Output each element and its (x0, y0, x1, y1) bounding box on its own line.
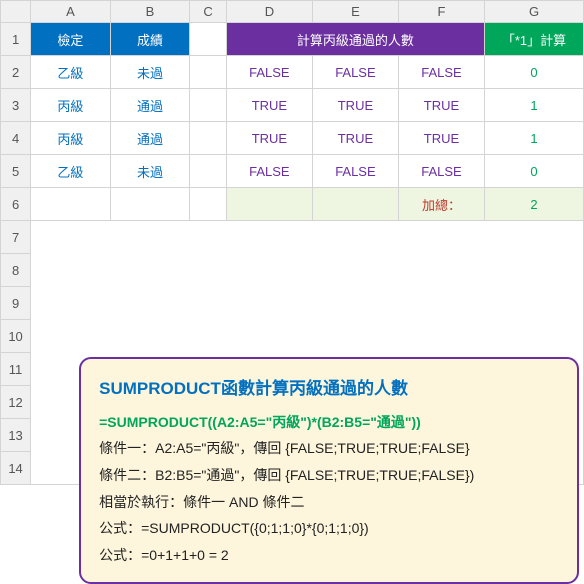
table-row: 7 SUMPRODUCT函數計算丙級通過的人數 =SUMPRODUCT((A2:… (1, 221, 584, 254)
row-header[interactable]: 7 (1, 221, 31, 254)
cell[interactable]: TRUE (226, 122, 312, 155)
row-header[interactable]: 13 (1, 419, 31, 452)
cell[interactable]: 通過 (110, 89, 190, 122)
cell[interactable] (190, 155, 227, 188)
col-header-B[interactable]: B (110, 1, 190, 23)
col-header-F[interactable]: F (398, 1, 484, 23)
cell[interactable]: 丙級 (31, 122, 111, 155)
callout-host-cell[interactable]: SUMPRODUCT函數計算丙級通過的人數 =SUMPRODUCT((A2:A5… (31, 221, 584, 485)
cell[interactable] (190, 89, 227, 122)
cell[interactable]: TRUE (398, 122, 484, 155)
table-row: 1 檢定 成績 計算丙級通過的人數 「*1」計算 (1, 23, 584, 56)
col-header-C[interactable]: C (190, 1, 227, 23)
sum-label-cell[interactable]: 加總： (398, 188, 484, 221)
col-header-A[interactable]: A (31, 1, 111, 23)
cell[interactable]: 0 (485, 56, 584, 89)
cell[interactable]: 1 (485, 122, 584, 155)
cell[interactable]: 乙級 (31, 56, 111, 89)
table-row-sum: 6 加總： 2 (1, 188, 584, 221)
row-header[interactable]: 9 (1, 287, 31, 320)
cell[interactable] (190, 122, 227, 155)
cell[interactable]: FALSE (226, 155, 312, 188)
callout-title: SUMPRODUCT函數計算丙級通過的人數 (99, 373, 559, 405)
col-header-D[interactable]: D (226, 1, 312, 23)
cell[interactable]: 0 (485, 155, 584, 188)
cell[interactable]: FALSE (398, 155, 484, 188)
cell[interactable]: TRUE (312, 122, 398, 155)
col-header-E[interactable]: E (312, 1, 398, 23)
cell[interactable] (190, 56, 227, 89)
cell[interactable]: FALSE (398, 56, 484, 89)
callout-line: 公式：=0+1+1+0 = 2 (99, 542, 559, 569)
cell[interactable] (190, 188, 227, 221)
row-header[interactable]: 10 (1, 320, 31, 353)
table-row: 3 丙級 通過 TRUE TRUE TRUE 1 (1, 89, 584, 122)
cell[interactable]: 1 (485, 89, 584, 122)
cell[interactable]: TRUE (312, 89, 398, 122)
row-header[interactable]: 3 (1, 89, 31, 122)
cell[interactable]: 通過 (110, 122, 190, 155)
row-header[interactable]: 2 (1, 56, 31, 89)
spreadsheet-grid[interactable]: A B C D E F G 1 檢定 成績 計算丙級通過的人數 「*1」計算 2… (0, 0, 584, 485)
cell[interactable]: 未過 (110, 155, 190, 188)
row-header[interactable]: 14 (1, 452, 31, 485)
cell[interactable]: 檢定 (31, 23, 111, 56)
cell[interactable]: FALSE (226, 56, 312, 89)
corner-cell (1, 1, 31, 23)
callout-line: 相當於執行：條件一 AND 條件二 (99, 489, 559, 516)
table-row: 5 乙級 未過 FALSE FALSE FALSE 0 (1, 155, 584, 188)
callout-line: 公式：=SUMPRODUCT({0;1;1;0}*{0;1;1;0}) (99, 515, 559, 542)
table-row: 4 丙級 通過 TRUE TRUE TRUE 1 (1, 122, 584, 155)
callout-line: 條件二：B2:B5="通過"，傳回 {FALSE;TRUE;TRUE;FALSE… (99, 462, 559, 489)
cell[interactable]: FALSE (312, 56, 398, 89)
cell[interactable] (31, 188, 111, 221)
cell[interactable]: FALSE (312, 155, 398, 188)
callout-line: 條件一：A2:A5="丙級"，傳回 {FALSE;TRUE;TRUE;FALSE… (99, 435, 559, 462)
table-row: 2 乙級 未過 FALSE FALSE FALSE 0 (1, 56, 584, 89)
cell[interactable]: 未過 (110, 56, 190, 89)
cell[interactable]: 成績 (110, 23, 190, 56)
row-header[interactable]: 5 (1, 155, 31, 188)
cell[interactable] (110, 188, 190, 221)
cell[interactable]: 丙級 (31, 89, 111, 122)
explanation-callout: SUMPRODUCT函數計算丙級通過的人數 =SUMPRODUCT((A2:A5… (79, 357, 579, 584)
cell[interactable]: 計算丙級通過的人數 (226, 23, 484, 56)
cell[interactable]: TRUE (226, 89, 312, 122)
row-header[interactable]: 4 (1, 122, 31, 155)
column-header-row: A B C D E F G (1, 1, 584, 23)
row-header[interactable]: 1 (1, 23, 31, 56)
cell[interactable]: 「*1」計算 (485, 23, 584, 56)
callout-formula: =SUMPRODUCT((A2:A5="丙級")*(B2:B5="通過")) (99, 409, 559, 436)
cell[interactable]: TRUE (398, 89, 484, 122)
row-header[interactable]: 6 (1, 188, 31, 221)
cell[interactable]: 乙級 (31, 155, 111, 188)
cell[interactable] (312, 188, 398, 221)
sum-value-cell[interactable]: 2 (485, 188, 584, 221)
cell[interactable] (190, 23, 227, 56)
cell[interactable] (226, 188, 312, 221)
row-header[interactable]: 11 (1, 353, 31, 386)
row-header[interactable]: 12 (1, 386, 31, 419)
col-header-G[interactable]: G (485, 1, 584, 23)
row-header[interactable]: 8 (1, 254, 31, 287)
